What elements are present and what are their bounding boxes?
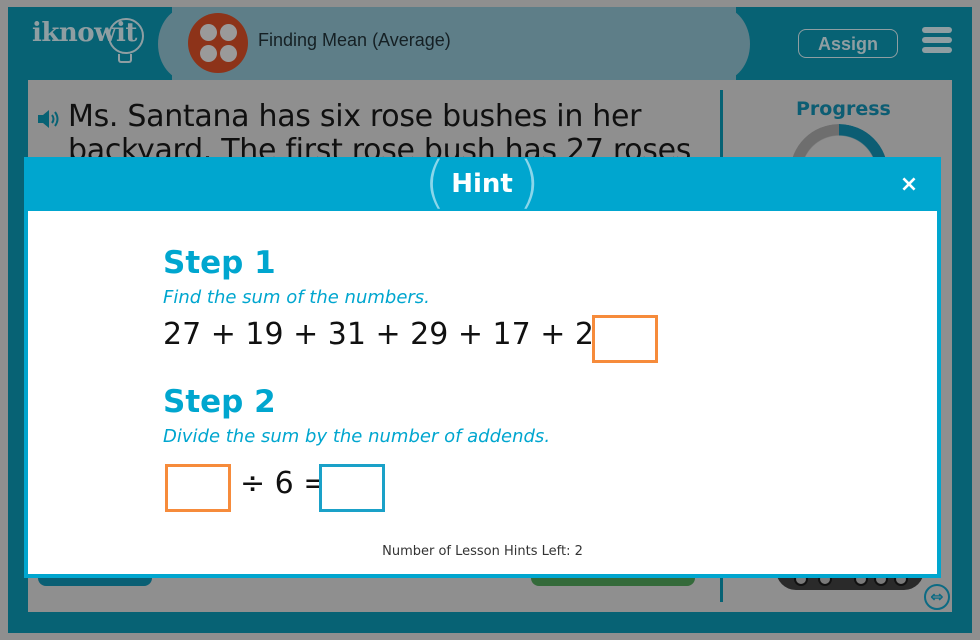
lesson-title: Finding Mean (Average) xyxy=(258,30,451,50)
dot xyxy=(200,24,217,41)
menu-bar xyxy=(922,27,952,33)
hint-modal-body: Step 1 Find the sum of the numbers. 27 +… xyxy=(28,211,937,574)
hints-left-counter: Number of Lesson Hints Left: 2 xyxy=(382,544,583,559)
step-1-equation: 27 + 19 + 31 + 29 + 17 + 21 = xyxy=(163,317,648,352)
menu-bar xyxy=(922,47,952,53)
step-1-title: Step 1 xyxy=(163,245,276,281)
assign-button[interactable]: Assign xyxy=(798,29,898,58)
mean-answer-box[interactable] xyxy=(319,464,385,512)
dot xyxy=(220,45,237,62)
hamburger-menu-icon[interactable] xyxy=(922,27,952,54)
close-icon[interactable]: × xyxy=(898,174,920,196)
lightbulb-icon xyxy=(108,18,144,54)
progress-label: Progress xyxy=(796,98,891,120)
menu-bar xyxy=(922,37,952,43)
sum-answer-box[interactable] xyxy=(592,315,658,363)
step-2-title: Step 2 xyxy=(163,384,276,420)
step-1-instruction: Find the sum of the numbers. xyxy=(163,287,430,308)
speaker-icon[interactable] xyxy=(36,108,64,130)
step-2-instruction: Divide the sum by the number of addends. xyxy=(163,426,551,447)
title-bar xyxy=(158,7,750,81)
app-screen: iknowit Finding Mean (Average) Assign Ms… xyxy=(0,0,980,640)
hint-title-wrap: ( Hint ) xyxy=(424,153,540,213)
right-paren-decoration: ) xyxy=(518,150,540,215)
divide-by-six-text: ÷ 6 = xyxy=(240,466,329,501)
lightbulb-base-icon xyxy=(118,54,132,63)
hint-modal-header: ( Hint ) × xyxy=(24,153,941,213)
dividend-box[interactable] xyxy=(165,464,231,512)
swap-arrows-icon[interactable]: ⇔ xyxy=(924,584,950,610)
dot xyxy=(200,45,217,62)
dot xyxy=(220,24,237,41)
four-dots-icon xyxy=(188,13,248,73)
hint-modal: ( Hint ) × Step 1 Find the sum of the nu… xyxy=(24,153,941,578)
